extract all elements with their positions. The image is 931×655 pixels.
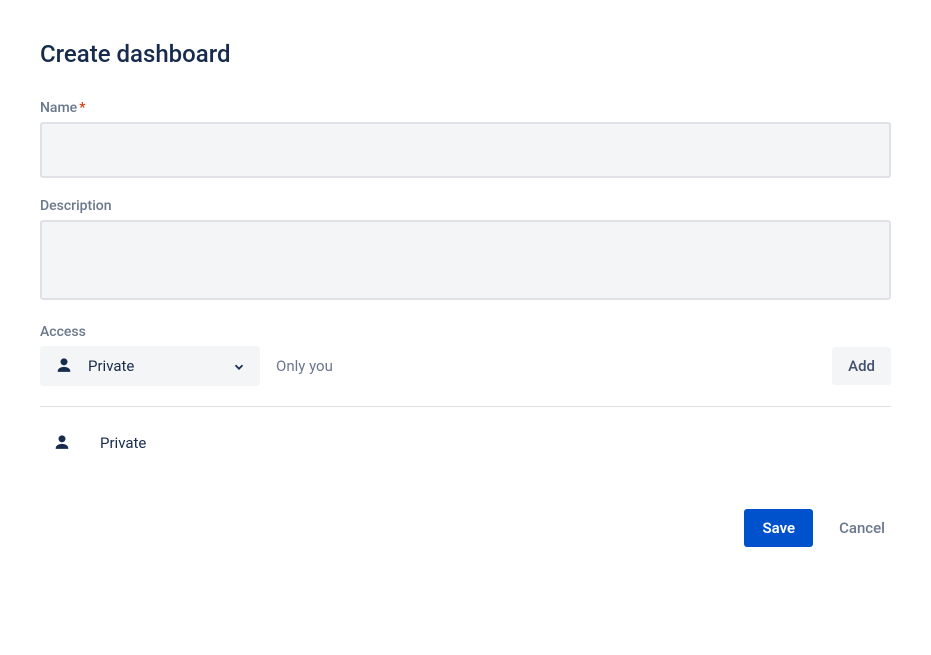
- access-hint: Only you: [276, 357, 816, 375]
- description-label: Description: [40, 198, 891, 214]
- name-label-text: Name: [40, 100, 77, 116]
- access-label: Access: [40, 324, 891, 340]
- cancel-button[interactable]: Cancel: [833, 509, 891, 547]
- required-marker: *: [79, 100, 85, 116]
- access-list: Private: [40, 407, 891, 489]
- access-dropdown[interactable]: Private: [40, 346, 260, 386]
- access-item-label: Private: [100, 434, 146, 452]
- description-input[interactable]: [40, 220, 891, 300]
- add-access-button[interactable]: Add: [832, 347, 891, 385]
- action-button-row: Save Cancel: [40, 509, 891, 547]
- save-button[interactable]: Save: [744, 509, 813, 547]
- person-icon: [54, 356, 74, 376]
- name-input[interactable]: [40, 122, 891, 178]
- access-dropdown-selected: Private: [88, 357, 232, 375]
- person-icon: [52, 433, 72, 453]
- access-item: Private: [40, 427, 891, 459]
- description-field-group: Description: [40, 198, 891, 304]
- name-label: Name*: [40, 100, 891, 116]
- name-field-group: Name*: [40, 100, 891, 178]
- access-field-group: Access Private Only you Add Private: [40, 324, 891, 489]
- page-title: Create dashboard: [40, 40, 891, 68]
- chevron-down-icon: [232, 359, 246, 373]
- access-selector-row: Private Only you Add: [40, 346, 891, 407]
